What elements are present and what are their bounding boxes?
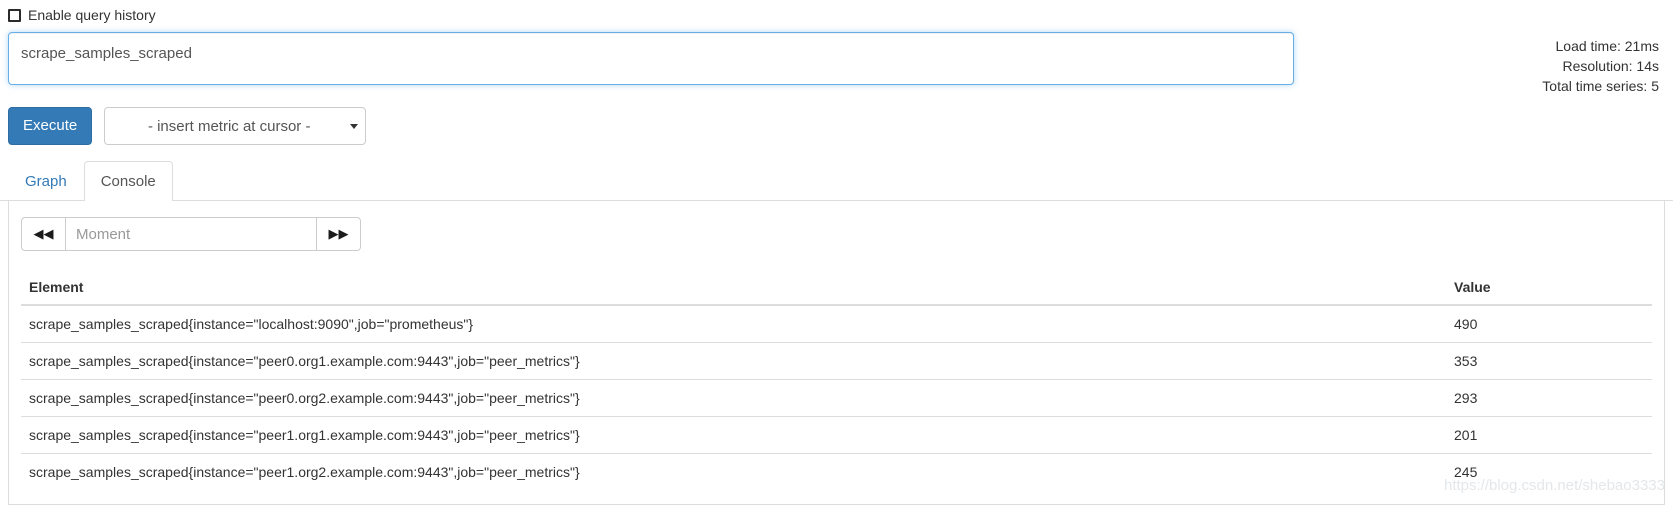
double-chevron-left-icon[interactable]: ◀◀ <box>21 217 65 251</box>
table-row: scrape_samples_scraped{instance="peer0.o… <box>21 343 1652 380</box>
load-time-stat: Load time: 21ms <box>1542 36 1659 56</box>
column-header-element: Element <box>21 271 1446 305</box>
table-row: scrape_samples_scraped{instance="peer1.o… <box>21 454 1652 491</box>
query-history-row: Enable query history <box>0 0 1673 26</box>
result-element: scrape_samples_scraped{instance="peer0.o… <box>21 380 1446 417</box>
insert-metric-select-value: - insert metric at cursor - <box>148 118 311 135</box>
result-element: scrape_samples_scraped{instance="localho… <box>21 305 1446 343</box>
results-table: Element Value scrape_samples_scraped{ins… <box>21 271 1652 490</box>
table-row: scrape_samples_scraped{instance="peer0.o… <box>21 380 1652 417</box>
expression-wrapper <box>8 32 1294 85</box>
result-value: 490 <box>1446 305 1652 343</box>
chevron-down-icon <box>350 124 358 129</box>
result-value: 245 <box>1446 454 1652 491</box>
column-header-value: Value <box>1446 271 1652 305</box>
result-value: 293 <box>1446 380 1652 417</box>
double-chevron-right-icon[interactable]: ▶▶ <box>317 217 361 251</box>
results-header-row: Element Value <box>21 271 1652 305</box>
enable-query-history-label[interactable]: Enable query history <box>28 7 156 23</box>
result-element: scrape_samples_scraped{instance="peer1.o… <box>21 417 1446 454</box>
moment-input[interactable] <box>65 217 317 251</box>
view-tabs: Graph Console <box>0 161 1673 201</box>
result-element: scrape_samples_scraped{instance="peer1.o… <box>21 454 1446 491</box>
result-element: scrape_samples_scraped{instance="peer0.o… <box>21 343 1446 380</box>
table-row: scrape_samples_scraped{instance="peer1.o… <box>21 417 1652 454</box>
resolution-stat: Resolution: 14s <box>1542 56 1659 76</box>
execute-button[interactable]: Execute <box>8 107 92 145</box>
tab-graph[interactable]: Graph <box>8 161 84 201</box>
expression-input[interactable] <box>8 32 1294 85</box>
result-value: 201 <box>1446 417 1652 454</box>
console-panel: ◀◀ ▶▶ Element Value scrape_samples_scrap… <box>8 201 1665 505</box>
table-row: scrape_samples_scraped{instance="localho… <box>21 305 1652 343</box>
expression-area: Load time: 21ms Resolution: 14s Total ti… <box>0 32 1673 96</box>
result-value: 353 <box>1446 343 1652 380</box>
insert-metric-select[interactable]: - insert metric at cursor - <box>104 107 366 145</box>
enable-query-history-checkbox[interactable] <box>8 9 21 22</box>
tab-console[interactable]: Console <box>84 161 173 201</box>
execute-row: Execute - insert metric at cursor - <box>0 107 1673 145</box>
query-stats: Load time: 21ms Resolution: 14s Total ti… <box>1542 32 1665 96</box>
total-time-series-stat: Total time series: 5 <box>1542 76 1659 96</box>
moment-navigation: ◀◀ ▶▶ <box>21 217 361 251</box>
